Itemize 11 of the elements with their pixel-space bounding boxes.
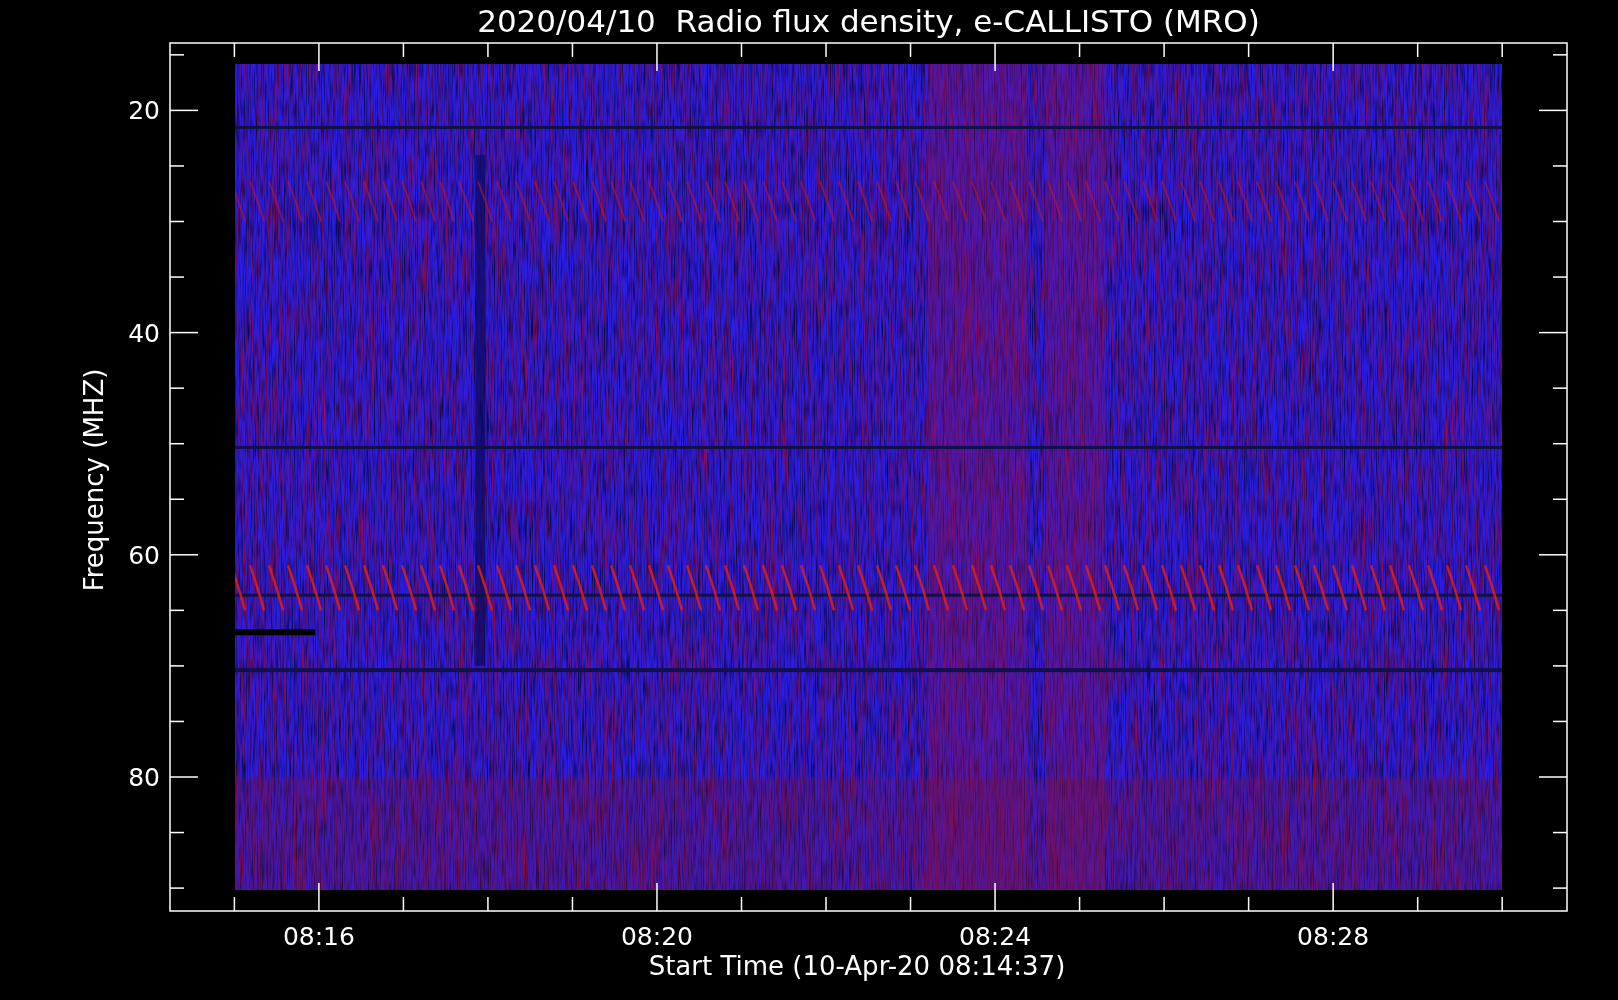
x-axis-label: Start Time (10-Apr-20 08:14:37): [648, 951, 1066, 981]
y-tick-label: 40: [128, 318, 160, 348]
chart-title: 2020/04/10 Radio flux density, e-CALLISTO (MRO): [477, 3, 1260, 39]
y-tick-label: 20: [128, 96, 160, 126]
y-tick-label: 60: [128, 540, 160, 570]
y-tick-label: 80: [128, 763, 160, 792]
x-tick-label: 08:20: [620, 922, 693, 951]
x-tick-label: 08:16: [282, 922, 355, 951]
y-axis-label: Frequency (MHZ): [79, 368, 109, 592]
x-tick-label: 08:24: [959, 922, 1032, 951]
x-tick-label: 08:28: [1297, 922, 1370, 951]
